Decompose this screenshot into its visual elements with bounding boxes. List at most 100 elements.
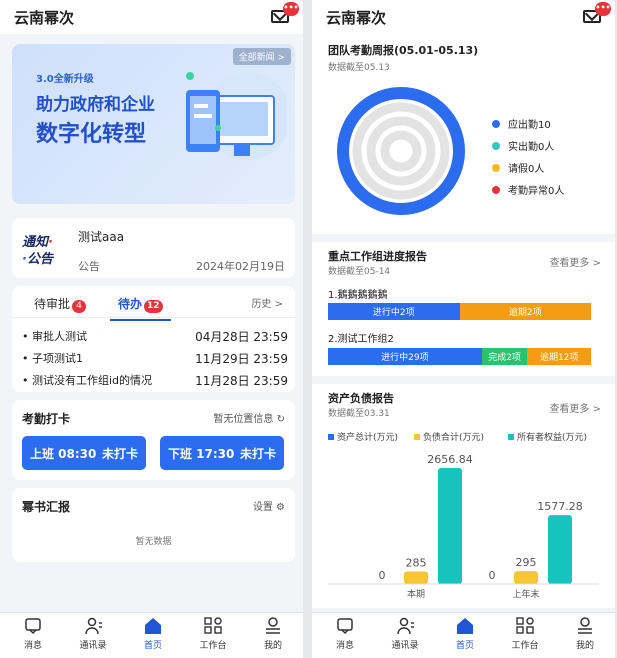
weekly-subtitle: 数据截至05.13	[328, 63, 390, 73]
progress-more-link[interactable]: 查看更多 >	[549, 254, 601, 269]
balance-title: 资产负债报告	[328, 392, 394, 405]
todo-badge: 12	[144, 300, 163, 313]
tab-pending-approval[interactable]: 待审批 4	[34, 295, 87, 313]
todo-title: • 测试没有工作组id的情况	[22, 374, 153, 387]
clock-in-button[interactable]: 上班 08:30 未打卡	[22, 436, 146, 470]
contacts-icon	[397, 617, 414, 635]
tab-label: 我的	[263, 641, 282, 651]
tab-home[interactable]: 首页	[133, 617, 173, 651]
report-card: 幂书汇报 设置 ⚙ 暂无数据	[12, 488, 295, 562]
tick-label: 本期	[407, 588, 425, 600]
todo-title: • 审批人测试	[22, 330, 87, 343]
news-banner[interactable]: 全部新闻 > 3.0全新升级 助力政府和企业 数字化转型	[12, 44, 295, 204]
task-tabs: 待审批 4 待办 12 历史 >	[12, 286, 295, 321]
app-header: 云南幂次 •••	[312, 0, 615, 34]
tab-contacts[interactable]: 通讯录	[385, 617, 425, 651]
notice-tag: 公告	[78, 260, 100, 273]
home-icon	[457, 618, 473, 634]
mail-button[interactable]: •••	[583, 2, 611, 26]
tab-messages[interactable]: 消息	[13, 617, 53, 651]
refresh-icon: ↻	[276, 414, 285, 425]
notice-card[interactable]: 通知· ·公告 测试aaa 公告 2024年02月19日	[12, 218, 295, 278]
legend-expected: 应出勤10	[492, 116, 551, 131]
workbench-icon	[516, 617, 534, 634]
progress-card: 重点工作组进度报告 数据截至05-14 查看更多 > 1.鵝鵝鵝鵝鵝 进行中2项…	[312, 242, 615, 376]
data-label: 285	[406, 557, 427, 570]
tab-profile[interactable]: 我的	[253, 617, 293, 651]
location-text: 暂无位置信息	[213, 414, 274, 425]
all-news-link[interactable]: 全部新闻 >	[232, 48, 291, 65]
list-item[interactable]: • 子项测试1 11月29日 23:59	[22, 350, 288, 367]
tab-label: 消息	[335, 641, 354, 651]
attendance-title: 考勤打卡	[22, 412, 71, 426]
notice-date: 2024年02月19日	[196, 260, 285, 273]
report-settings-button[interactable]: 设置 ⚙	[253, 498, 285, 513]
divider	[312, 234, 615, 242]
app-title: 云南幂次	[326, 8, 387, 27]
tasks-card: 待审批 4 待办 12 历史 > • 审批人测试 04月28日 23:59 • 子项测…	[12, 286, 295, 392]
divider	[312, 376, 615, 384]
banner-line2: 助力政府和企业	[36, 95, 155, 115]
legend-label: 所有者权益(万元)	[517, 431, 587, 443]
list-item[interactable]: • 审批人测试 04月28日 23:59	[22, 328, 288, 345]
profile-icon	[578, 617, 592, 634]
data-label: 0	[489, 569, 496, 582]
history-link[interactable]: 历史 >	[251, 295, 283, 310]
legend-swatch	[328, 434, 334, 440]
tab-label: 通讯录	[391, 641, 419, 651]
group-name[interactable]: 2.测试工作组2	[328, 330, 394, 345]
tab-workbench[interactable]: 工作台	[505, 617, 545, 651]
todo-date: 11月28日 23:59	[195, 374, 288, 388]
attendance-card: 考勤打卡 暂无位置信息 ↻ 上班 08:30 未打卡 下班 17:30 未打卡	[12, 400, 295, 480]
tab-todo-label: 待办	[118, 297, 143, 311]
group-name[interactable]: 1.鵝鵝鵝鵝鵝	[328, 286, 388, 301]
balance-more-link[interactable]: 查看更多 >	[549, 400, 601, 415]
balance-card: 资产负债报告 数据截至03.31 查看更多 > 资产总计(万元) 负债合计(万元)…	[312, 384, 615, 608]
tab-label: 通讯录	[79, 641, 107, 651]
location-status[interactable]: 暂无位置信息 ↻	[213, 410, 285, 425]
tab-home[interactable]: 首页	[445, 617, 485, 651]
workbench-icon	[204, 617, 222, 634]
legend-swatch	[414, 434, 420, 440]
app-header: 云南幂次 •••	[0, 0, 303, 34]
clock-out-label: 下班 17:30	[168, 446, 235, 461]
data-label: 0	[379, 569, 386, 582]
bottom-tabbar: 消息 通讯录 首页 工作台 我的	[0, 612, 303, 658]
todo-title: • 子项测试1	[22, 352, 83, 365]
legend-label: 负债合计(万元)	[423, 431, 484, 443]
tab-workbench[interactable]: 工作台	[193, 617, 233, 651]
banner-line1: 3.0全新升级	[36, 74, 94, 85]
list-item[interactable]: • 测试没有工作组id的情况 11月28日 23:59	[22, 372, 288, 389]
clock-out-button[interactable]: 下班 17:30 未打卡	[160, 436, 284, 470]
legend-label: 请假0人	[508, 164, 545, 175]
tab-messages[interactable]: 消息	[325, 617, 365, 651]
notice-title[interactable]: 测试aaa	[78, 228, 124, 245]
progress-bar[interactable]: 进行中29项 完成2项 逾期12项	[328, 348, 591, 365]
tab-label: 我的	[575, 641, 594, 651]
notice-logo: 通知· ·公告	[22, 235, 53, 267]
data-label: 1577.28	[537, 500, 583, 513]
notice-logo-bottom: 公告	[26, 252, 53, 267]
clock-out-status: 未打卡	[239, 446, 276, 461]
progress-title: 重点工作组进度报告	[328, 250, 427, 263]
todo-date: 04月28日 23:59	[195, 330, 288, 344]
tab-profile[interactable]: 我的	[565, 617, 605, 651]
mail-button[interactable]: •••	[271, 2, 299, 26]
pending-approval-badge: 4	[72, 300, 87, 313]
balance-subtitle: 数据截至03.31	[328, 409, 390, 419]
settings-label: 设置	[252, 502, 273, 513]
weekly-title: 团队考勤周报(05.01-05.13)	[328, 44, 479, 57]
legend-leave: 请假0人	[492, 160, 544, 175]
tab-contacts[interactable]: 通讯录	[73, 617, 113, 651]
progress-subtitle: 数据截至05-14	[328, 267, 391, 277]
progress-segment: 逾期12项	[527, 348, 591, 365]
legend-label: 应出勤10	[508, 120, 551, 131]
mail-badge: •••	[283, 2, 299, 16]
legend-label: 资产总计(万元)	[337, 431, 398, 443]
banner-line3: 数字化转型	[36, 122, 147, 147]
progress-bar[interactable]: 进行中2项 逾期2项	[328, 303, 591, 320]
tab-label: 首页	[455, 641, 474, 651]
home-screen-scrolled: 云南幂次 ••• 团队考勤周报(05.01-05.13) 数据截至05.13 应…	[312, 0, 615, 658]
bar	[404, 571, 428, 584]
tab-todo[interactable]: 待办 12	[110, 295, 171, 321]
